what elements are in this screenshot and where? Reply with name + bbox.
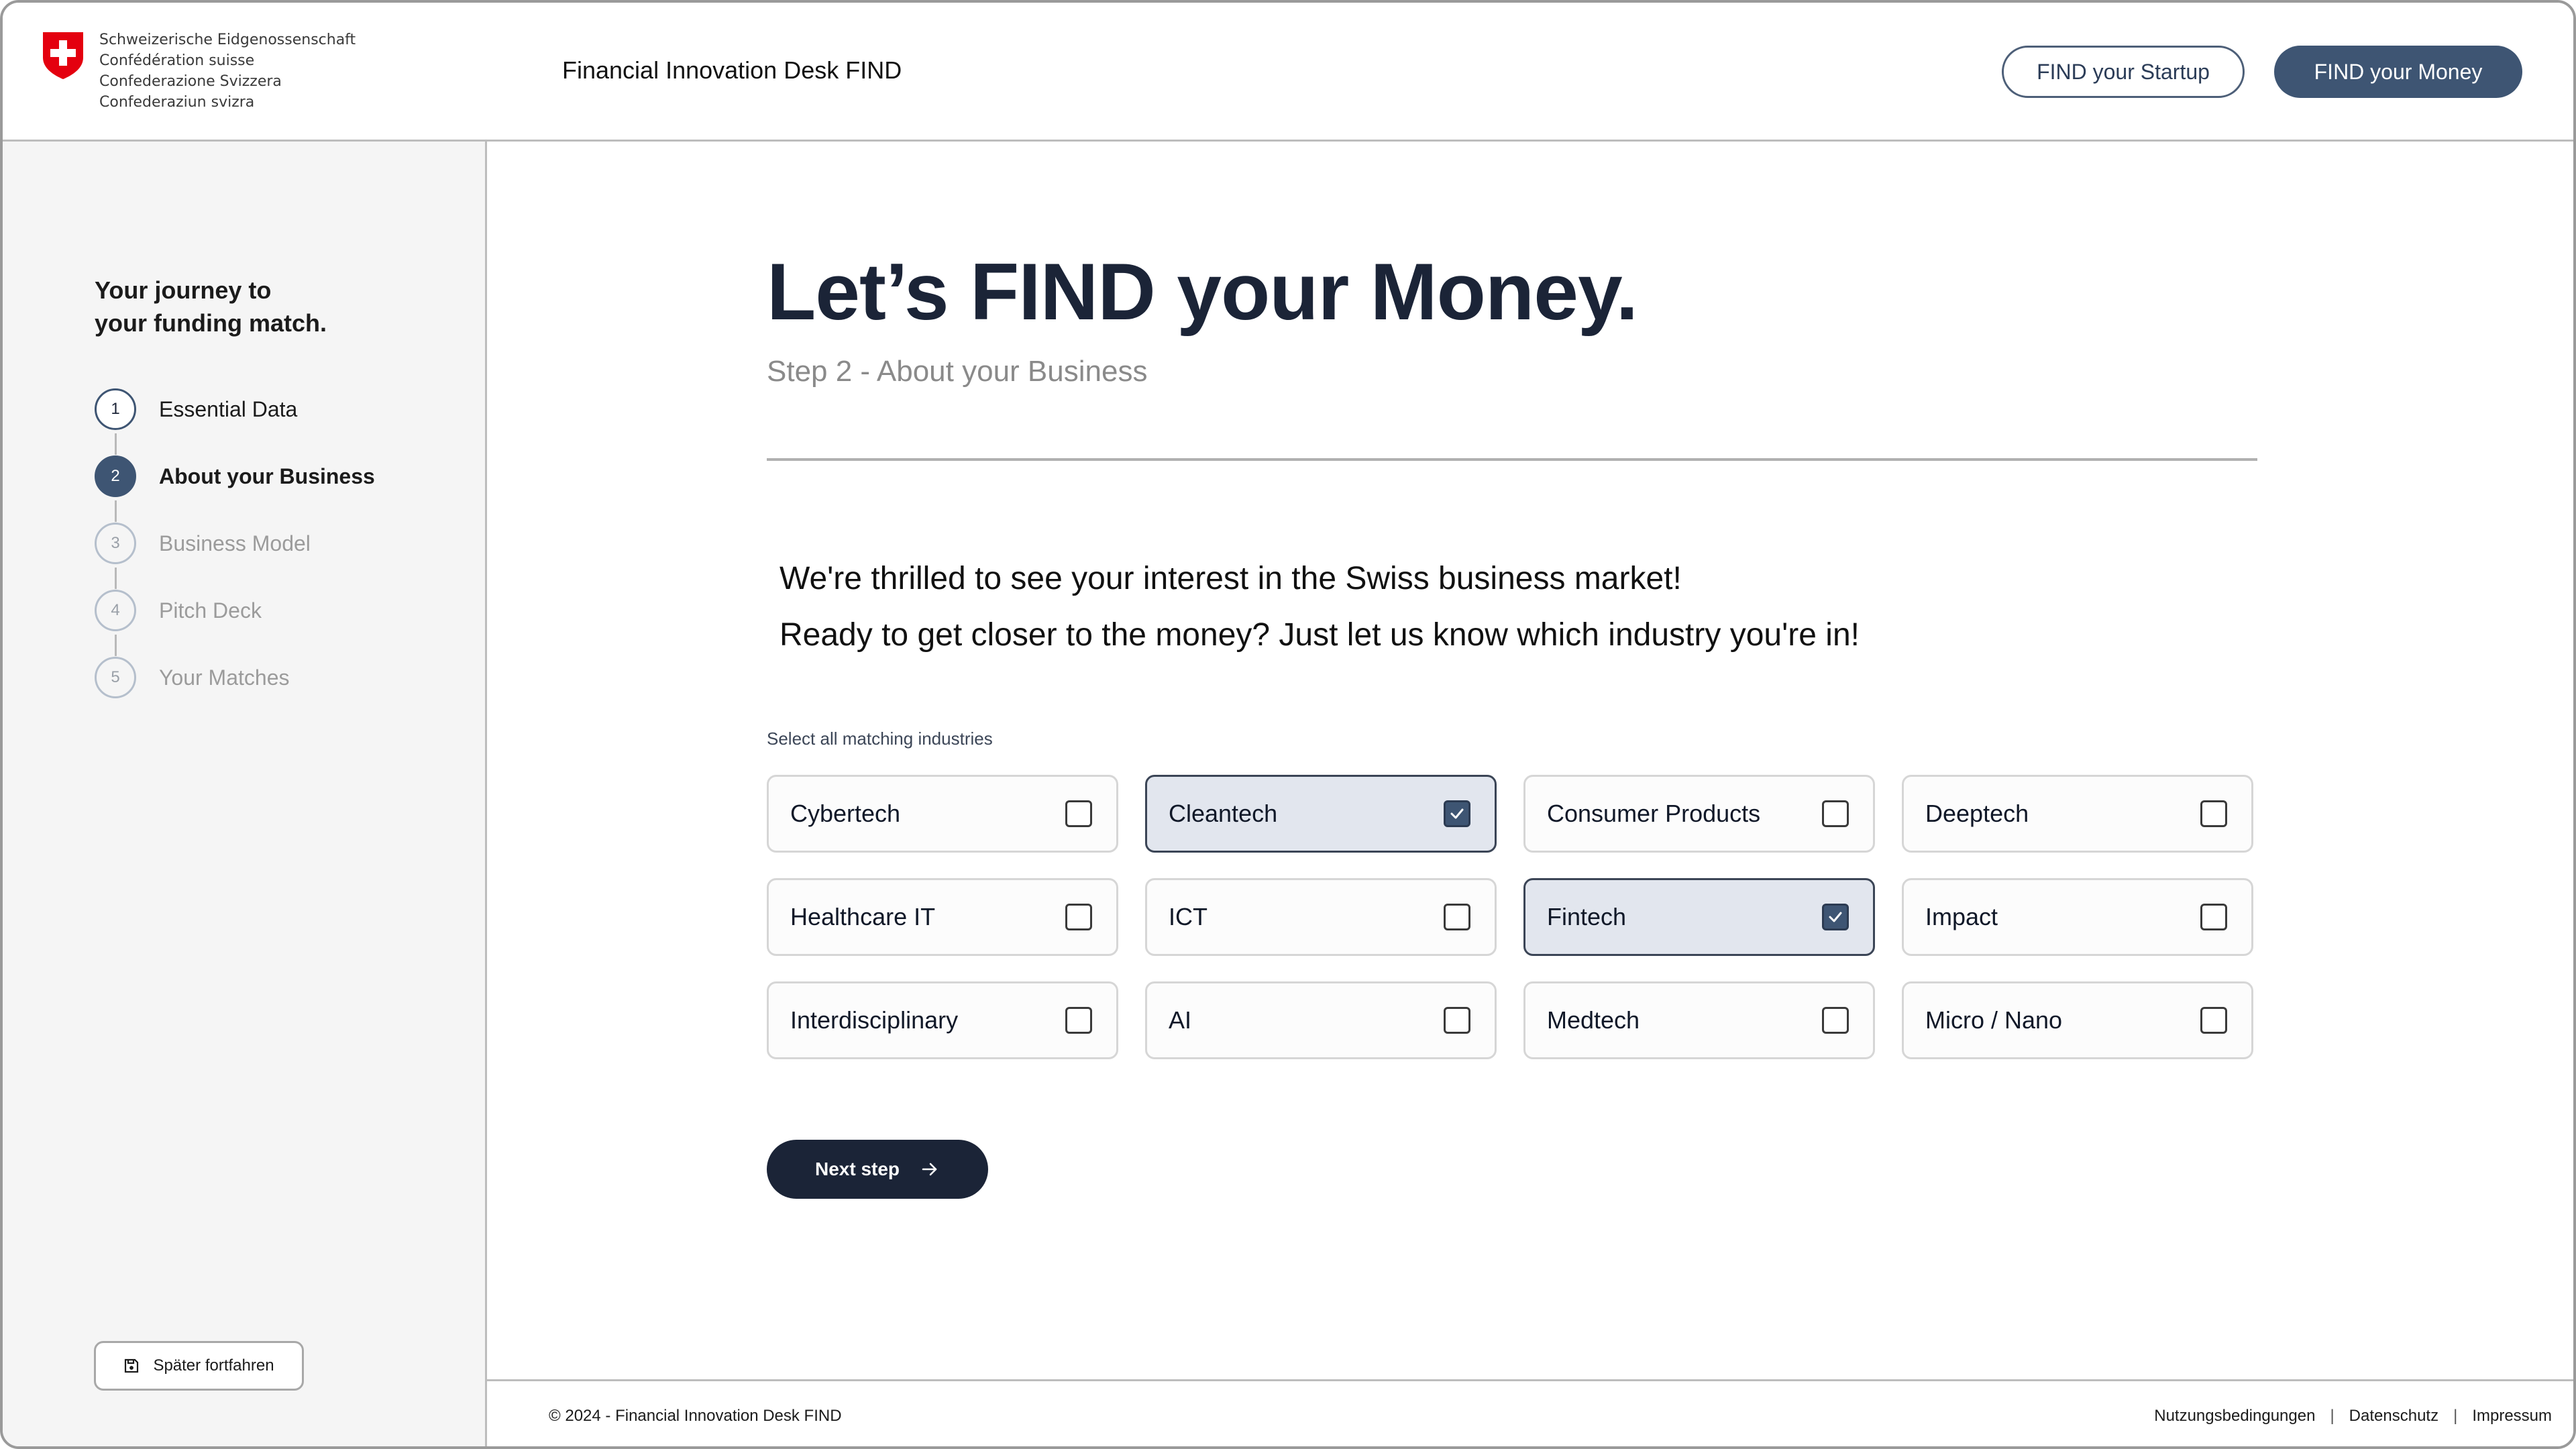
industry-label: Fintech <box>1547 903 1627 930</box>
step-number: 3 <box>95 523 136 564</box>
step-label: About your Business <box>159 464 375 488</box>
checkbox[interactable] <box>2200 904 2227 930</box>
step-number: 5 <box>95 657 136 698</box>
journey-title-line2: your funding match. <box>95 309 327 337</box>
next-step-button[interactable]: Next step <box>767 1140 988 1199</box>
checkbox-checked[interactable] <box>1822 904 1849 930</box>
checkbox[interactable] <box>2200 1007 2227 1034</box>
checkbox[interactable] <box>1065 1007 1092 1034</box>
copyright: © 2024 - Financial Innovation Desk FIND <box>549 1407 842 1425</box>
industry-label: AI <box>1169 1006 1192 1034</box>
industry-label: ICT <box>1169 903 1208 930</box>
step-your-matches: 5 Your Matches <box>95 657 289 698</box>
swiss-shield-icon <box>43 32 83 79</box>
privacy-link[interactable]: Datenschutz <box>2349 1407 2438 1426</box>
next-step-label: Next step <box>814 1159 900 1179</box>
arrow-right-icon <box>922 1163 937 1176</box>
step-connector <box>115 635 117 656</box>
industry-label: Medtech <box>1547 1006 1640 1034</box>
industry-option-impact[interactable]: Impact <box>1902 878 2253 956</box>
app-window: Schweizerische Eidgenossenschaft Confédé… <box>0 0 2576 1449</box>
step-label: Business Model <box>159 531 311 555</box>
industry-label: Healthcare IT <box>790 903 936 930</box>
step-number: 2 <box>95 455 136 497</box>
federal-names: Schweizerische Eidgenossenschaft Confédé… <box>99 30 356 113</box>
industry-option-healthcare-it[interactable]: Healthcare IT <box>767 878 1118 956</box>
intro-text: We're thrilled to see your interest in t… <box>780 551 1860 663</box>
industry-label: Interdisciplinary <box>790 1006 959 1034</box>
logo-line-fr: Confédération suisse <box>99 52 255 69</box>
save-later-label: Später fortfahren <box>153 1356 274 1375</box>
intro-line-1: We're thrilled to see your interest in t… <box>780 561 1682 596</box>
checkbox[interactable] <box>1822 800 1849 827</box>
step-number: 4 <box>95 590 136 631</box>
step-connector <box>115 500 117 522</box>
industries-field-label: Select all matching industries <box>767 729 993 749</box>
checkbox-checked[interactable] <box>1444 800 1470 827</box>
app-title: Financial Innovation Desk FIND <box>562 56 902 84</box>
checkbox[interactable] <box>1065 800 1092 827</box>
journey-title: Your journey to your funding match. <box>95 274 430 339</box>
footer-separator: | <box>2453 1407 2458 1425</box>
industry-label: Deeptech <box>1925 800 2029 827</box>
footer-separator: | <box>2330 1407 2334 1425</box>
section-divider <box>767 458 2257 461</box>
logo-line-it: Confederazione Svizzera <box>99 73 282 90</box>
checkbox[interactable] <box>1444 1007 1470 1034</box>
industry-option-medtech[interactable]: Medtech <box>1523 981 1875 1059</box>
checkbox[interactable] <box>1065 904 1092 930</box>
step-label: Pitch Deck <box>159 598 262 623</box>
step-connector <box>115 433 117 455</box>
step-label: Essential Data <box>159 396 298 421</box>
top-bar: Financial Innovation Desk FIND FIND your… <box>487 3 2573 142</box>
logo-line-de: Schweizerische Eidgenossenschaft <box>99 32 356 48</box>
imprint-link[interactable]: Impressum <box>2472 1407 2552 1426</box>
step-number: 1 <box>95 388 136 430</box>
find-your-startup-button[interactable]: FIND your Startup <box>2002 46 2245 98</box>
checkmark-icon <box>1450 808 1464 819</box>
journey-title-line1: Your journey to <box>95 276 272 304</box>
footer: © 2024 - Financial Innovation Desk FIND … <box>487 1379 2573 1446</box>
industry-option-cybertech[interactable]: Cybertech <box>767 775 1118 853</box>
checkmark-icon <box>1829 912 1842 922</box>
find-your-money-button[interactable]: FIND your Money <box>2274 46 2522 98</box>
main-content: Let’s FIND your Money. Step 2 - About yo… <box>487 142 2573 1379</box>
sidebar: Schweizerische Eidgenossenschaft Confédé… <box>3 3 487 1446</box>
terms-link[interactable]: Nutzungsbedingungen <box>2154 1407 2315 1426</box>
industry-label: Consumer Products <box>1547 800 1761 827</box>
step-label: Your Matches <box>159 665 290 690</box>
footer-links: Nutzungsbedingungen | Datenschutz | Impr… <box>2154 1407 2552 1426</box>
step-essential-data[interactable]: 1 Essential Data <box>95 388 297 430</box>
industry-option-deeptech[interactable]: Deeptech <box>1902 775 2253 853</box>
intro-line-2: Ready to get closer to the money? Just l… <box>780 617 1860 653</box>
step-connector <box>115 568 117 589</box>
industry-label: Cybertech <box>790 800 901 827</box>
industry-option-interdisciplinary[interactable]: Interdisciplinary <box>767 981 1118 1059</box>
industry-label: Cleantech <box>1169 800 1278 827</box>
step-about-your-business[interactable]: 2 About your Business <box>95 455 375 497</box>
checkbox[interactable] <box>1444 904 1470 930</box>
logo-line-rm: Confederaziun svizra <box>99 94 255 111</box>
industry-label: Impact <box>1925 903 1998 930</box>
industry-option-micro-nano[interactable]: Micro / Nano <box>1902 981 2253 1059</box>
checkbox[interactable] <box>2200 800 2227 827</box>
checkbox[interactable] <box>1822 1007 1849 1034</box>
step-subtitle: Step 2 - About your Business <box>767 355 1148 388</box>
step-pitch-deck: 4 Pitch Deck <box>95 590 262 631</box>
page-title: Let’s FIND your Money. <box>767 247 1638 337</box>
industry-option-cleantech[interactable]: Cleantech <box>1145 775 1497 853</box>
step-business-model: 3 Business Model <box>95 523 311 564</box>
industry-option-fintech[interactable]: Fintech <box>1523 878 1875 956</box>
federal-logo: Schweizerische Eidgenossenschaft Confédé… <box>3 3 487 142</box>
save-icon <box>125 1358 139 1373</box>
industry-option-ai[interactable]: AI <box>1145 981 1497 1059</box>
save-later-button[interactable]: Später fortfahren <box>94 1341 304 1391</box>
industry-option-ict[interactable]: ICT <box>1145 878 1497 956</box>
industry-label: Micro / Nano <box>1925 1006 2063 1034</box>
industry-option-consumer-products[interactable]: Consumer Products <box>1523 775 1875 853</box>
